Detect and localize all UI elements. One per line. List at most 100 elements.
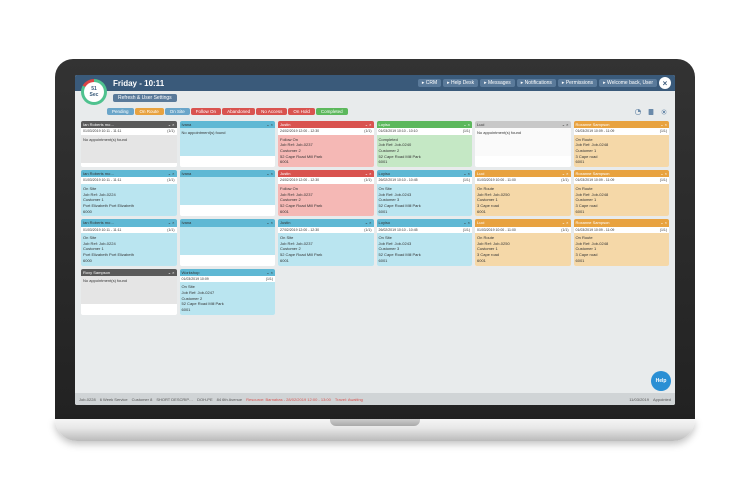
card-actions[interactable]: ⌄ × xyxy=(266,171,273,176)
card-header: Ian Roberts mo…⌄ × xyxy=(81,170,177,177)
status-filter-follow-on[interactable]: Follow On xyxy=(191,108,221,115)
job-card[interactable]: Roxanne Sampson⌄ ×01/03/2019 10:09 - 11:… xyxy=(574,170,670,216)
top-nav-button[interactable]: ▸ Notifications xyxy=(517,79,556,87)
job-card[interactable]: Ivana ⌄ × xyxy=(180,219,276,265)
card-actions[interactable]: ⌄ × xyxy=(660,122,667,127)
card-name: Ivana xyxy=(182,122,192,127)
timer-unit: Sec xyxy=(90,92,99,98)
bottom-date: 11/03/2019 xyxy=(629,397,649,402)
top-nav-button[interactable]: ▸ Help Desk xyxy=(443,79,478,87)
bottom-status: Appointed xyxy=(653,397,671,402)
status-filter-on-site[interactable]: On Site xyxy=(165,108,190,115)
card-actions[interactable]: ⌄ × xyxy=(562,220,569,225)
card-actions[interactable]: ⌄ × xyxy=(365,171,372,176)
top-nav-button[interactable]: ▸ Permissions xyxy=(558,79,597,87)
card-time: 24/02/2019 12:00 - 12:30 xyxy=(280,178,364,183)
card-actions[interactable]: ⌄ × xyxy=(266,220,273,225)
card-header: Workshop⌄ × xyxy=(180,269,276,276)
card-name: Loyiso xyxy=(379,220,391,225)
chart-icon[interactable] xyxy=(633,107,643,117)
card-name: Ivana xyxy=(182,220,192,225)
card-body xyxy=(180,177,276,205)
card-name: Justin xyxy=(280,171,290,176)
card-name: Justin xyxy=(280,122,290,127)
status-filter-on-route[interactable]: On Route xyxy=(135,108,164,115)
close-button[interactable]: × xyxy=(659,77,671,89)
job-card[interactable]: Roxanne Sampson⌄ ×01/03/2019 10:09 - 11:… xyxy=(574,219,670,265)
status-filter-completed[interactable]: Completed xyxy=(316,108,348,115)
job-card[interactable]: Ian Roberts mo…⌄ ×01/03/2019 10:11 - 11:… xyxy=(81,219,177,265)
job-card[interactable]: Roxanne Sampson⌄ ×01/03/2019 10:09 - 11:… xyxy=(574,121,670,167)
status-filter-on-hold[interactable]: On Hold xyxy=(288,108,315,115)
job-card[interactable]: Luci⌄ ×01/03/2019 10:00 - 11:00(1/1)On R… xyxy=(475,219,571,265)
card-actions[interactable]: ⌄ × xyxy=(463,171,470,176)
card-body: On SiteJob Ref: Job-0224Customer 1Port E… xyxy=(81,184,177,216)
help-button[interactable]: Help xyxy=(651,371,671,391)
status-filter-abandoned[interactable]: Abandoned xyxy=(222,108,255,115)
card-actions[interactable]: ⌄ × xyxy=(168,270,175,275)
card-count: (1/1) xyxy=(561,178,568,183)
top-nav-button[interactable]: ▸ CRM xyxy=(418,79,441,87)
card-count: (1/1) xyxy=(167,178,174,183)
job-card[interactable]: Justin⌄ ×24/02/2019 12:00 - 12:30(1/1)Fo… xyxy=(278,121,374,167)
job-card[interactable]: Luci⌄ ×01/03/2019 10:00 - 11:00(1/1)On R… xyxy=(475,170,571,216)
document-icon[interactable] xyxy=(646,107,656,117)
job-card[interactable]: Loyiso⌄ ×01/03/2019 10:10 - 10:10(1/1)Co… xyxy=(377,121,473,167)
card-body: No appointment(s) found xyxy=(81,135,177,163)
card-header: Loyiso ⌄ × xyxy=(377,219,473,226)
card-count: (1/1) xyxy=(660,178,667,183)
job-card[interactable]: Justin⌄ ×24/02/2019 12:00 - 12:30(1/1)Fo… xyxy=(278,170,374,216)
card-actions[interactable]: ⌄ × xyxy=(660,171,667,176)
job-card[interactable]: Ivana⌄ × xyxy=(180,170,276,216)
card-actions[interactable]: ⌄ × xyxy=(365,220,372,225)
job-card[interactable]: Luci⌄ ×No appointment(s) found xyxy=(475,121,571,167)
card-actions[interactable]: ⌄ × xyxy=(168,171,175,176)
card-actions[interactable]: ⌄ × xyxy=(660,220,667,225)
bottom-resource: Resource: Barnabas - 28/02/2019 12:00 - … xyxy=(246,397,331,402)
view-icons xyxy=(633,107,669,117)
job-card[interactable]: Ivana⌄ ×No appointment(s) found xyxy=(180,121,276,167)
card-count: (1/1) xyxy=(364,178,371,183)
card-header: Ivana ⌄ × xyxy=(180,219,276,226)
card-count: (1/1) xyxy=(561,228,568,233)
card-time: 01/03/2019 10:00 - 11:00 xyxy=(477,178,561,183)
job-card[interactable]: Workshop⌄ ×01/03/2019 10:09(1/1)On SiteJ… xyxy=(180,269,276,315)
job-card[interactable]: Roxy Sampson⌄ ×No appointment(s) found xyxy=(81,269,177,315)
refresh-settings-button[interactable]: Refresh & User Settings xyxy=(113,94,177,102)
refresh-timer[interactable]: 51 Sec xyxy=(81,79,107,105)
card-body: On SiteJob Ref: Job-0237Customer 252 Cap… xyxy=(278,233,374,265)
card-name: Luci xyxy=(477,220,484,225)
card-body: No appointment(s) found xyxy=(475,128,571,156)
card-count: (1/1) xyxy=(167,129,174,134)
job-card[interactable]: Loyiso⌄ ×26/02/2019 10:10 - 10:45(1/1)On… xyxy=(377,170,473,216)
top-nav-button[interactable]: ▸ Welcome back, User xyxy=(599,79,657,87)
card-header: Justin ⌄ × xyxy=(278,170,374,177)
card-actions[interactable]: ⌄ × xyxy=(562,122,569,127)
card-time: 01/03/2019 10:10 - 10:10 xyxy=(379,129,463,134)
card-actions[interactable]: ⌄ × xyxy=(463,122,470,127)
status-filter-pending[interactable]: Pending xyxy=(107,108,134,115)
card-time: 01/03/2019 10:11 - 11:11 xyxy=(83,178,167,183)
card-name: Roxanne Sampson xyxy=(576,122,610,127)
card-actions[interactable]: ⌄ × xyxy=(266,270,273,275)
card-body: On RouteJob Ref: Job-0248Customer 13 Cap… xyxy=(574,233,670,265)
top-nav-button[interactable]: ▸ Messages xyxy=(480,79,515,87)
card-actions[interactable]: ⌄ × xyxy=(463,220,470,225)
job-card[interactable]: Loyiso⌄ ×26/02/2019 10:10 - 10:45(1/1)On… xyxy=(377,219,473,265)
settings-icon[interactable] xyxy=(659,107,669,117)
card-name: Roxanne Sampson xyxy=(576,171,610,176)
card-actions[interactable]: ⌄ × xyxy=(168,122,175,127)
job-card[interactable]: Justin⌄ ×27/02/2019 12:00 - 12:30(1/1)On… xyxy=(278,219,374,265)
card-body xyxy=(180,227,276,255)
card-actions[interactable]: ⌄ × xyxy=(562,171,569,176)
card-actions[interactable]: ⌄ × xyxy=(266,122,273,127)
job-card[interactable]: Ian Roberts mo…⌄ ×01/03/2019 10:11 - 11:… xyxy=(81,121,177,167)
card-actions[interactable]: ⌄ × xyxy=(168,220,175,225)
card-actions[interactable]: ⌄ × xyxy=(365,122,372,127)
job-card[interactable]: Ian Roberts mo…⌄ ×01/03/2019 10:11 - 11:… xyxy=(81,170,177,216)
card-body: On RouteJob Ref: Job-0250Customer 13 Cap… xyxy=(475,184,571,216)
status-filter-no-access[interactable]: No Access xyxy=(256,108,287,115)
card-header: Ian Roberts mo…⌄ × xyxy=(81,219,177,226)
bottom-customer: Customer 8 xyxy=(132,397,153,402)
card-header: Roxanne Sampson ⌄ × xyxy=(574,121,670,128)
